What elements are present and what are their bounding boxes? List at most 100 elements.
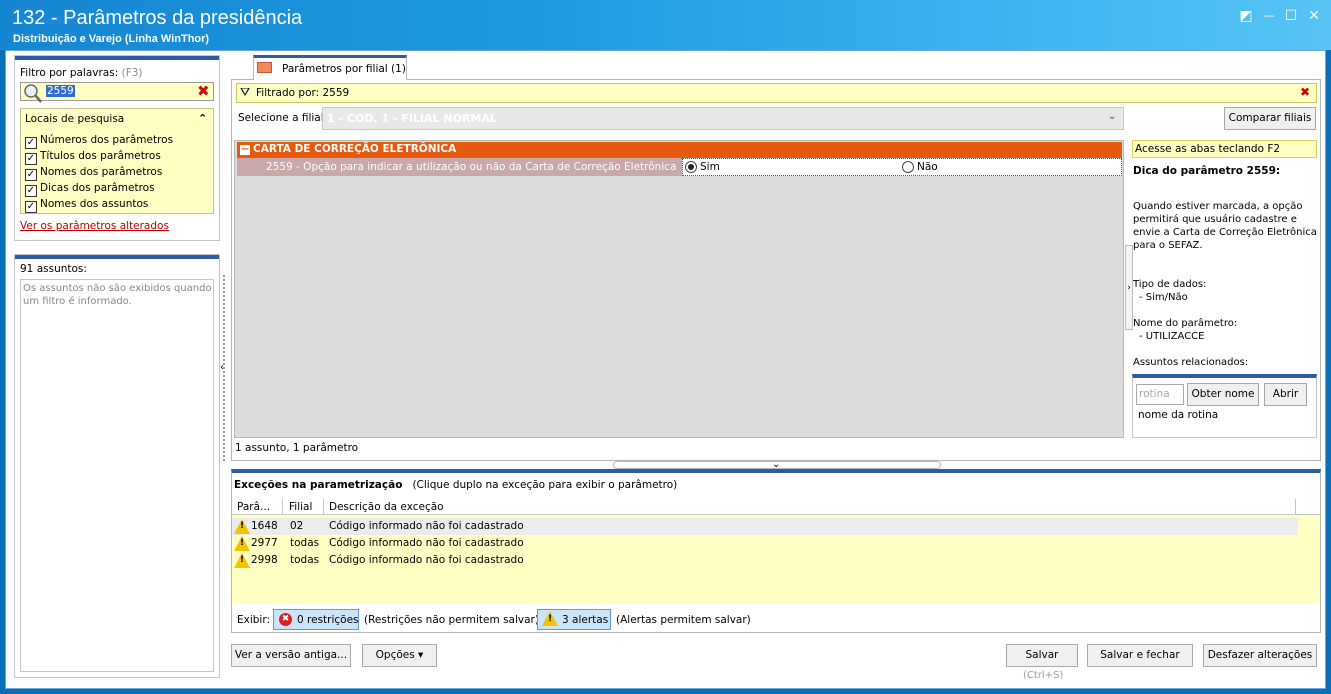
subjects-list[interactable] <box>20 279 214 672</box>
parameters-grid <box>234 140 1124 438</box>
clear-search-icon[interactable]: ✖ <box>197 82 210 101</box>
column-description[interactable]: Descrição da exceção <box>329 501 444 513</box>
exception-param: 2977 <box>251 537 278 549</box>
compare-branches-button[interactable]: Comparar filiais <box>1224 107 1316 130</box>
column-branch[interactable]: Filial <box>289 501 312 513</box>
param-name-label: Nome do parâmetro: <box>1133 318 1238 329</box>
error-icon: ✖ <box>279 613 292 626</box>
place-checkbox-numbers[interactable]: ✓ Números dos parâmetros <box>25 134 174 149</box>
restrictions-note: (Restrições não permitem salvar) <box>364 614 539 626</box>
data-type-value: - Sim/Não <box>1139 292 1188 303</box>
help-title: Dica do parâmetro 2559: <box>1133 165 1281 177</box>
collapse-help-handle[interactable]: › <box>1125 245 1133 330</box>
help-line: Quando estiver marcada, a opção <box>1133 201 1303 212</box>
parameter-description: 2559 - Opção para indicar a utilização o… <box>266 161 677 173</box>
filter-funnel-icon: ⛛ <box>240 85 251 99</box>
folder-icon <box>257 62 272 73</box>
group-title: CARTA DE CORREÇÃO ELETRÔNICA <box>253 143 457 155</box>
exception-param: 1648 <box>251 520 278 532</box>
magnifier-icon <box>24 84 42 103</box>
help-line: para o SEFAZ. <box>1133 240 1203 251</box>
get-name-button[interactable]: Obter nome <box>1187 383 1259 406</box>
exception-row[interactable]: ! 2977 todas Código informado não foi ca… <box>232 535 1298 552</box>
radio-yes-label[interactable]: Sim <box>700 161 720 173</box>
close-window-button[interactable]: ✕ <box>1305 8 1323 24</box>
filter-shortcut-hint: (F3) <box>121 67 143 79</box>
place-checkbox-tips[interactable]: ✓ Dicas dos parâmetros <box>25 182 155 197</box>
window-frame-bottom <box>0 689 1331 694</box>
routine-input[interactable]: rotina <box>1136 384 1184 405</box>
radio-no-label[interactable]: Não <box>917 161 938 173</box>
minimize-button[interactable]: — <box>1260 8 1278 24</box>
grid-status-text: 1 assunto, 1 parâmetro <box>235 442 359 454</box>
checkbox-icon[interactable]: ✓ <box>25 185 37 197</box>
column-param[interactable]: Parâ... <box>237 501 270 513</box>
search-value[interactable]: 2559 <box>46 85 75 97</box>
warning-mark: ! <box>240 555 245 565</box>
exceptions-hint: (Clique duplo na exceção para exibir o p… <box>412 479 678 491</box>
checkbox-label: Números dos parâmetros <box>40 134 174 146</box>
help-line: permitirá que usuário cadastre e <box>1133 214 1297 225</box>
place-checkbox-titles[interactable]: ✓ Títulos dos parâmetros <box>25 150 161 165</box>
tab-label[interactable]: Parâmetros por filial (1) <box>282 63 406 75</box>
window-subtitle: Distribuição e Varejo (Linha WinThor) <box>13 33 210 45</box>
place-checkbox-names[interactable]: ✓ Nomes dos parâmetros <box>25 166 163 181</box>
exception-description: Código informado não foi cadastrado <box>329 520 524 532</box>
collapse-places-icon[interactable]: ⌃ <box>198 112 207 125</box>
filter-status-bar <box>236 83 1317 103</box>
branch-selected-value[interactable]: 1 - COD. 1 - FILIAL NORMAL <box>327 112 497 125</box>
place-checkbox-subjects[interactable]: ✓ Nomes dos assuntos <box>25 198 149 213</box>
filter-label: Filtro por palavras: (F3) <box>20 67 143 79</box>
alerts-label[interactable]: 3 alertas <box>562 614 608 626</box>
related-subjects-label: Assuntos relacionados: <box>1133 357 1249 368</box>
undo-changes-button[interactable]: Desfazer alterações <box>1203 644 1317 667</box>
options-button[interactable]: Opções ▾ <box>362 644 437 667</box>
maximize-button[interactable]: ☐ <box>1282 8 1300 24</box>
radio-no[interactable] <box>902 161 914 173</box>
chevron-down-icon[interactable]: ⌄ <box>1108 111 1116 122</box>
collapse-group-icon[interactable]: − <box>240 145 250 155</box>
exception-row[interactable]: ! 2998 todas Código informado não foi ca… <box>232 552 1298 569</box>
checkbox-icon[interactable]: ✓ <box>25 153 37 165</box>
clear-filter-icon[interactable]: ✖ <box>1300 85 1310 99</box>
window-title: 132 - Parâmetros da presidência <box>12 7 303 29</box>
exceptions-title-text: Exceções na parametrização <box>234 479 403 491</box>
routine-name: nome da rotina <box>1138 409 1219 421</box>
warning-mark: ! <box>240 538 245 548</box>
data-type-label: Tipo de dados: <box>1133 279 1207 290</box>
exception-branch: todas <box>290 554 320 566</box>
save-and-close-button[interactable]: Salvar e fechar <box>1087 644 1193 667</box>
warning-mark: ! <box>240 521 245 531</box>
checkbox-label: Dicas dos parâmetros <box>40 182 155 194</box>
save-button[interactable]: Salvar <box>1006 644 1078 667</box>
exceptions-title: Exceções na parametrização (Clique duplo… <box>234 479 677 491</box>
branch-label: Selecione a filial: <box>238 112 328 124</box>
exception-row[interactable]: ! 1648 02 Código informado não foi cadas… <box>232 518 1298 535</box>
checkbox-label: Nomes dos parâmetros <box>40 166 163 178</box>
help-line: envie a Carta de Correção Eletrônica <box>1133 227 1317 238</box>
checkbox-icon[interactable]: ✓ <box>25 169 37 181</box>
collapse-left-icon[interactable]: ‹ <box>220 362 224 373</box>
param-name-value: - UTILIZACCE <box>1139 331 1205 342</box>
open-button[interactable]: Abrir <box>1264 383 1307 406</box>
old-version-button[interactable]: Ver a versão antiga... <box>231 644 351 667</box>
filter-status-text: Filtrado por: 2559 <box>256 87 350 99</box>
checkbox-label: Títulos dos parâmetros <box>40 150 161 162</box>
help-body: Quando estiver marcada, a opção permitir… <box>1133 200 1319 369</box>
show-label: Exibir: <box>237 614 271 626</box>
exception-branch: todas <box>290 537 320 549</box>
help-tip: Acesse as abas teclando F2 <box>1132 140 1317 158</box>
save-shortcut-hint: (Ctrl+S) <box>1023 670 1064 681</box>
alerts-note: (Alertas permitem salvar) <box>616 614 751 626</box>
altered-params-link[interactable]: Ver os parâmetros alterados <box>20 220 169 232</box>
restore-window-icon[interactable]: ◩ <box>1237 8 1255 24</box>
checkbox-icon[interactable]: ✓ <box>25 201 37 213</box>
checkbox-label: Nomes dos assuntos <box>40 198 149 210</box>
restrictions-label[interactable]: 0 restrições <box>297 614 359 626</box>
filter-label-text: Filtro por palavras: <box>20 67 119 79</box>
radio-yes[interactable] <box>685 161 697 173</box>
search-places-title: Locais de pesquisa <box>25 113 125 125</box>
checkbox-icon[interactable]: ✓ <box>25 137 37 149</box>
warning-mark: ! <box>548 614 553 624</box>
exception-description: Código informado não foi cadastrado <box>329 554 524 566</box>
